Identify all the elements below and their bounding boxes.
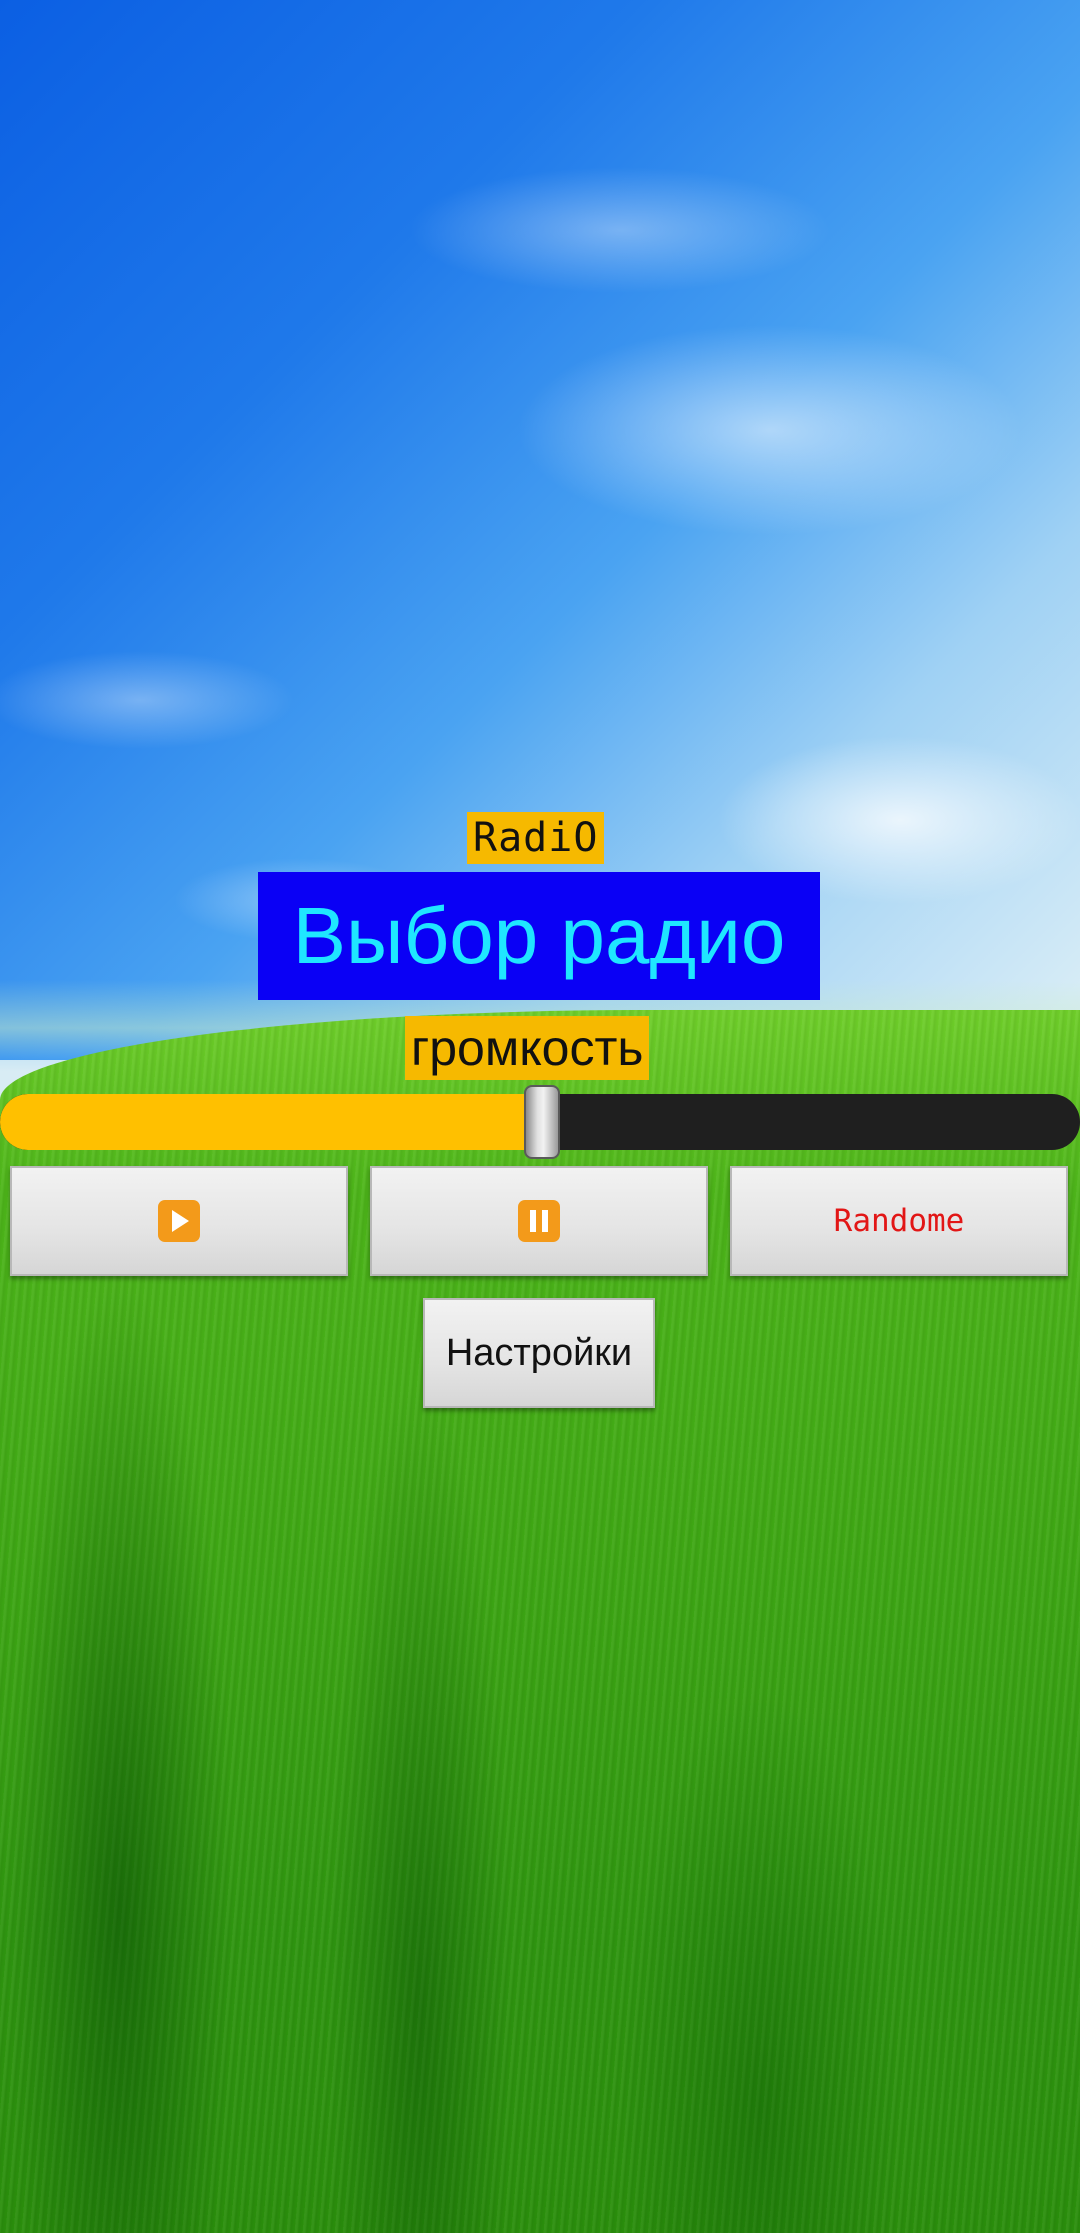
random-button-label: Randome [833, 1203, 965, 1239]
pause-button[interactable] [370, 1166, 708, 1276]
volume-label: громкость [405, 1016, 650, 1080]
play-icon [158, 1200, 200, 1242]
app-screen: RadiO Выбор радио громкость Randome Наст… [0, 0, 1080, 2233]
settings-button-label: Настройки [445, 1331, 633, 1374]
app-title: RadiO [467, 812, 605, 864]
volume-slider-thumb[interactable] [524, 1085, 560, 1159]
random-button[interactable]: Randome [730, 1166, 1068, 1276]
volume-slider-fill [0, 1094, 542, 1150]
settings-button[interactable]: Настройки [423, 1298, 655, 1408]
pause-icon [518, 1200, 560, 1242]
play-button[interactable] [10, 1166, 348, 1276]
station-select-button[interactable]: Выбор радио [258, 872, 820, 1000]
